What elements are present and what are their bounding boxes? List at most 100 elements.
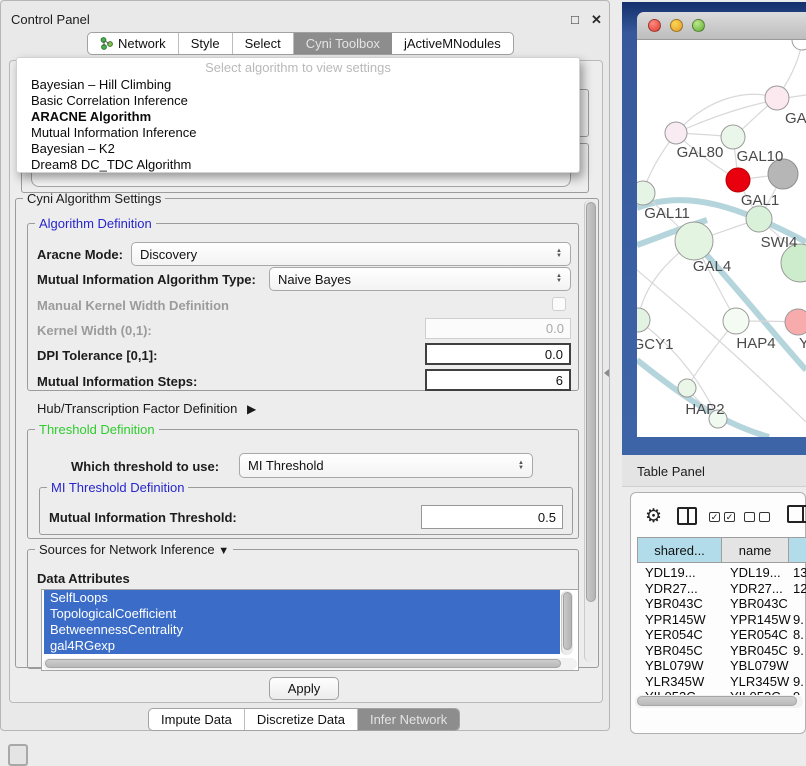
node-label: GAL (785, 110, 806, 127)
table-hscrollbar[interactable] (635, 695, 803, 708)
aracne-mode-combobox[interactable]: Discovery ▲▼ (131, 242, 571, 266)
dpi-tolerance-field[interactable]: 0.0 (425, 343, 571, 365)
mi-type-combobox[interactable]: Naive Bayes ▲▼ (269, 267, 571, 291)
node-hap4[interactable] (723, 308, 749, 334)
table-header-name[interactable]: name (722, 537, 789, 563)
table-row[interactable]: YBL079WYBL079W (637, 658, 806, 674)
node-gal4[interactable] (675, 222, 713, 260)
stepper-icon: ▲▼ (556, 274, 562, 284)
menu-item[interactable]: Mutual Information Inference (17, 125, 579, 141)
mi-type-label: Mutual Information Algorithm Type: (37, 272, 256, 287)
table-row[interactable]: YPR145WYPR145W9. (637, 612, 806, 628)
node-hap2[interactable] (678, 379, 696, 397)
stepper-icon: ▲▼ (518, 461, 524, 471)
threshold-definition-legend: Threshold Definition (35, 422, 159, 437)
attributes-list-hscrollbar[interactable] (43, 658, 577, 670)
tab-impute-data[interactable]: Impute Data (149, 709, 245, 730)
mi-threshold-field[interactable]: 0.5 (421, 505, 563, 529)
node-label: Y (799, 335, 806, 352)
table-row[interactable]: YBR045CYBR045C9. (637, 643, 806, 659)
panel-resize-handle[interactable] (604, 369, 609, 377)
table-row[interactable]: YER054CYER054C8. (637, 627, 806, 643)
aracne-mode-label: Aracne Mode: (37, 247, 123, 262)
list-item[interactable]: TopologicalCoefficient (44, 606, 560, 622)
table-header-shared-name[interactable]: shared... (637, 537, 722, 563)
node-gal10[interactable] (721, 125, 745, 149)
collapse-right-icon: ▶ (247, 402, 256, 416)
table-body: YDL19...YDL19...13 YDR27...YDR27...12 YB… (637, 565, 806, 695)
node-label: HAP2 (685, 401, 724, 418)
tab-cyni-toolbox[interactable]: Cyni Toolbox (294, 33, 392, 54)
list-item[interactable]: BetweennessCentrality (44, 622, 560, 638)
kernel-width-field[interactable]: 0.0 (425, 318, 571, 339)
menu-item[interactable]: Bayesian – K2 (17, 141, 579, 157)
cyni-settings-legend: Cyni Algorithm Settings (23, 191, 165, 206)
node-gal1[interactable] (746, 206, 772, 232)
cyni-bottom-tabs: Impute Data Discretize Data Infer Networ… (148, 708, 460, 731)
network-icon (100, 37, 113, 50)
mi-steps-field[interactable]: 6 (425, 369, 571, 391)
network-window-titlebar[interactable] (637, 12, 806, 40)
sources-legend[interactable]: Sources for Network Inference ▼ (35, 542, 233, 557)
minimize-traffic-light-icon[interactable] (670, 19, 683, 32)
table-row[interactable]: YBR043CYBR043C (637, 596, 806, 612)
list-item[interactable]: gal4RGexp (44, 638, 560, 654)
attributes-list-hscrollbar-thumb[interactable] (45, 659, 561, 668)
table-panel: ⚙ ✓ ✓ shared... name YDL19...YDL19...13 … (630, 492, 806, 734)
close-window-icon[interactable]: ✕ (591, 12, 602, 28)
menu-item[interactable]: Dream8 DC_TDC Algorithm (17, 157, 579, 173)
hub-definition-toggle[interactable]: Hub/Transcription Factor Definition ▶ (37, 401, 256, 416)
menu-item-selected[interactable]: ARACNE Algorithm (17, 109, 579, 125)
manual-kernel-checkbox[interactable] (552, 297, 566, 311)
stepper-icon: ▲▼ (556, 249, 562, 259)
gear-icon[interactable]: ⚙ (645, 505, 662, 528)
table-row[interactable]: YDL19...YDL19...13 (637, 565, 806, 581)
select-all-checkbox-icon[interactable]: ✓ (709, 512, 720, 522)
node-partial-top[interactable] (792, 40, 806, 50)
menu-item[interactable]: Bayesian – Hill Climbing (17, 77, 579, 93)
apply-button[interactable]: Apply (269, 677, 339, 700)
table-row[interactable]: YLR345WYLR345W9. (637, 674, 806, 690)
kernel-width-label: Kernel Width (0,1): (37, 323, 152, 338)
deselect-checkbox-icon[interactable] (759, 512, 770, 522)
float-window-icon[interactable]: □ (571, 12, 579, 27)
minimized-panel-chip[interactable] (8, 744, 28, 766)
table-hscrollbar-thumb[interactable] (637, 696, 797, 706)
manual-kernel-label: Manual Kernel Width Definition (37, 298, 229, 313)
list-item[interactable]: SelfLoops (44, 590, 560, 606)
node-label: GAL80 (677, 144, 724, 161)
settings-scrollbar[interactable] (584, 200, 597, 662)
split-columns-icon[interactable] (677, 507, 697, 525)
node-salmon[interactable] (785, 309, 806, 335)
zoom-traffic-light-icon[interactable] (692, 19, 705, 32)
attributes-list-scrollbar[interactable] (561, 591, 573, 655)
node-gal-partial[interactable] (765, 86, 789, 110)
mi-threshold-legend: MI Threshold Definition (47, 480, 188, 495)
network-canvas[interactable]: GAL GAL80 GAL10 GAL1 GAL11 SWI4 GAL4 GCY… (637, 40, 806, 437)
new-pane-icon[interactable] (787, 505, 806, 523)
attributes-list-scrollbar-thumb[interactable] (563, 592, 572, 650)
which-threshold-combobox[interactable]: MI Threshold ▲▼ (239, 453, 533, 478)
node-label: GAL11 (644, 205, 690, 222)
tab-select[interactable]: Select (233, 33, 294, 54)
select-all-checkbox-icon[interactable]: ✓ (724, 512, 735, 522)
table-row[interactable]: YDR27...YDR27...12 (637, 581, 806, 597)
node-red-selected[interactable] (726, 168, 750, 192)
node-label: GAL1 (741, 192, 779, 209)
tab-style[interactable]: Style (179, 33, 233, 54)
tab-jactivemnodules[interactable]: jActiveMNodules (392, 33, 513, 54)
menu-item[interactable]: Basic Correlation Inference (17, 93, 579, 109)
tab-network[interactable]: Network (88, 33, 179, 54)
table-header-col3[interactable] (789, 537, 806, 563)
node-gal80[interactable] (665, 122, 687, 144)
which-threshold-label: Which threshold to use: (71, 459, 219, 474)
close-traffic-light-icon[interactable] (648, 19, 661, 32)
algorithm-definition-legend: Algorithm Definition (35, 216, 156, 231)
tab-infer-network[interactable]: Infer Network (358, 709, 459, 730)
settings-scrollbar-thumb[interactable] (586, 202, 596, 602)
table-panel-title: Table Panel (637, 464, 705, 479)
dpi-tolerance-label: DPI Tolerance [0,1]: (37, 348, 157, 363)
deselect-checkbox-icon[interactable] (744, 512, 755, 522)
data-attributes-label: Data Attributes (37, 571, 130, 586)
tab-discretize-data[interactable]: Discretize Data (245, 709, 358, 730)
